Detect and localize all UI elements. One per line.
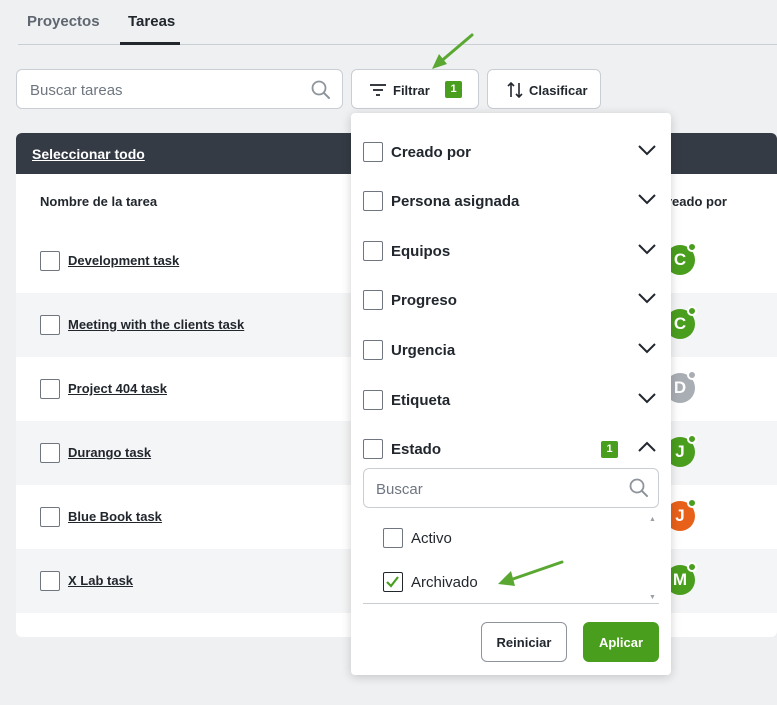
task-name-link[interactable]: Durango task [68,445,151,460]
row-checkbox[interactable] [40,507,60,527]
column-header-name: Nombre de la tarea [40,194,158,209]
filter-checkbox[interactable] [363,191,383,211]
filter-creado-por[interactable]: Creado por [351,120,671,170]
chevron-up-icon[interactable] [637,441,657,453]
chevron-down-icon[interactable] [637,144,657,156]
tab-proyectos[interactable]: Proyectos [27,13,100,30]
status-search-placeholder: Buscar [376,481,423,498]
chevron-down-icon[interactable] [637,392,657,404]
status-dot [687,434,697,444]
option-checkbox[interactable] [383,528,403,548]
status-search-input[interactable]: Buscar [363,468,659,508]
filter-persona-asignada[interactable]: Persona asignada [351,169,671,219]
filter-label: Etiqueta [391,392,451,409]
filter-checkbox[interactable] [363,142,383,162]
row-checkbox[interactable] [40,379,60,399]
sort-button-label: Clasificar [529,83,588,98]
filter-checkbox[interactable] [363,290,383,310]
apply-button[interactable]: Aplicar [583,622,659,662]
task-name-link[interactable]: X Lab task [68,573,133,588]
search-icon [629,478,648,497]
status-dot [687,498,697,508]
task-name-link[interactable]: Blue Book task [68,509,162,524]
status-dot [687,562,697,572]
option-checkbox[interactable] [383,572,403,592]
filter-progreso[interactable]: Progreso [351,268,671,318]
row-checkbox[interactable] [40,571,60,591]
filter-equipos[interactable]: Equipos [351,219,671,269]
active-tab-indicator [120,42,180,45]
chevron-down-icon[interactable] [637,342,657,354]
row-checkbox[interactable] [40,315,60,335]
scroll-down-arrow[interactable]: ▼ [649,594,656,601]
filter-label: Equipos [391,243,451,260]
chevron-down-icon[interactable] [637,193,657,205]
filter-checkbox[interactable] [363,241,383,261]
select-all-link[interactable]: Seleccionar todo [32,146,145,162]
filter-etiqueta[interactable]: Etiqueta [351,368,671,418]
filter-label: Urgencia [391,342,456,359]
filter-estado[interactable]: Estado 1 [351,417,671,467]
filter-count-badge: 1 [445,81,462,98]
annotation-arrow-icon [432,33,474,69]
filter-icon [370,84,386,96]
sort-button[interactable]: Clasificar [487,69,601,109]
tab-tareas[interactable]: Tareas [128,13,175,30]
task-name-link[interactable]: Project 404 task [68,381,167,396]
filter-checkbox[interactable] [363,390,383,410]
filter-label: Creado por [391,144,472,161]
filter-button-label: Filtrar [393,83,430,98]
status-dot [687,242,697,252]
sort-icon [507,81,523,99]
option-label: Archivado [411,574,478,591]
filter-label: Estado [391,441,442,458]
filter-label: Progreso [391,292,457,309]
filter-urgencia[interactable]: Urgencia [351,318,671,368]
row-checkbox[interactable] [40,443,60,463]
task-name-link[interactable]: Development task [68,253,179,268]
chevron-down-icon[interactable] [637,243,657,255]
filter-button[interactable]: Filtrar 1 [351,69,479,109]
task-search-input[interactable]: Buscar tareas [16,69,343,109]
chevron-down-icon[interactable] [637,292,657,304]
reset-button[interactable]: Reiniciar [481,622,567,662]
task-name-link[interactable]: Meeting with the clients task [68,317,244,332]
filter-label: Persona asignada [391,193,520,210]
check-icon [386,576,399,588]
scroll-up-arrow[interactable]: ▲ [649,516,656,523]
filter-checkbox[interactable] [363,340,383,360]
row-checkbox[interactable] [40,251,60,271]
column-header-created-by: reado por [667,194,727,209]
option-label: Activo [411,530,452,547]
tab-bar: Proyectos Tareas [18,0,777,45]
divider [363,603,659,604]
search-icon [311,80,330,99]
search-placeholder: Buscar tareas [30,82,123,99]
status-dot [687,306,697,316]
annotation-arrow-icon [498,560,564,586]
filter-checkbox[interactable] [363,439,383,459]
status-dot [687,370,697,380]
estado-count-badge: 1 [601,441,618,458]
